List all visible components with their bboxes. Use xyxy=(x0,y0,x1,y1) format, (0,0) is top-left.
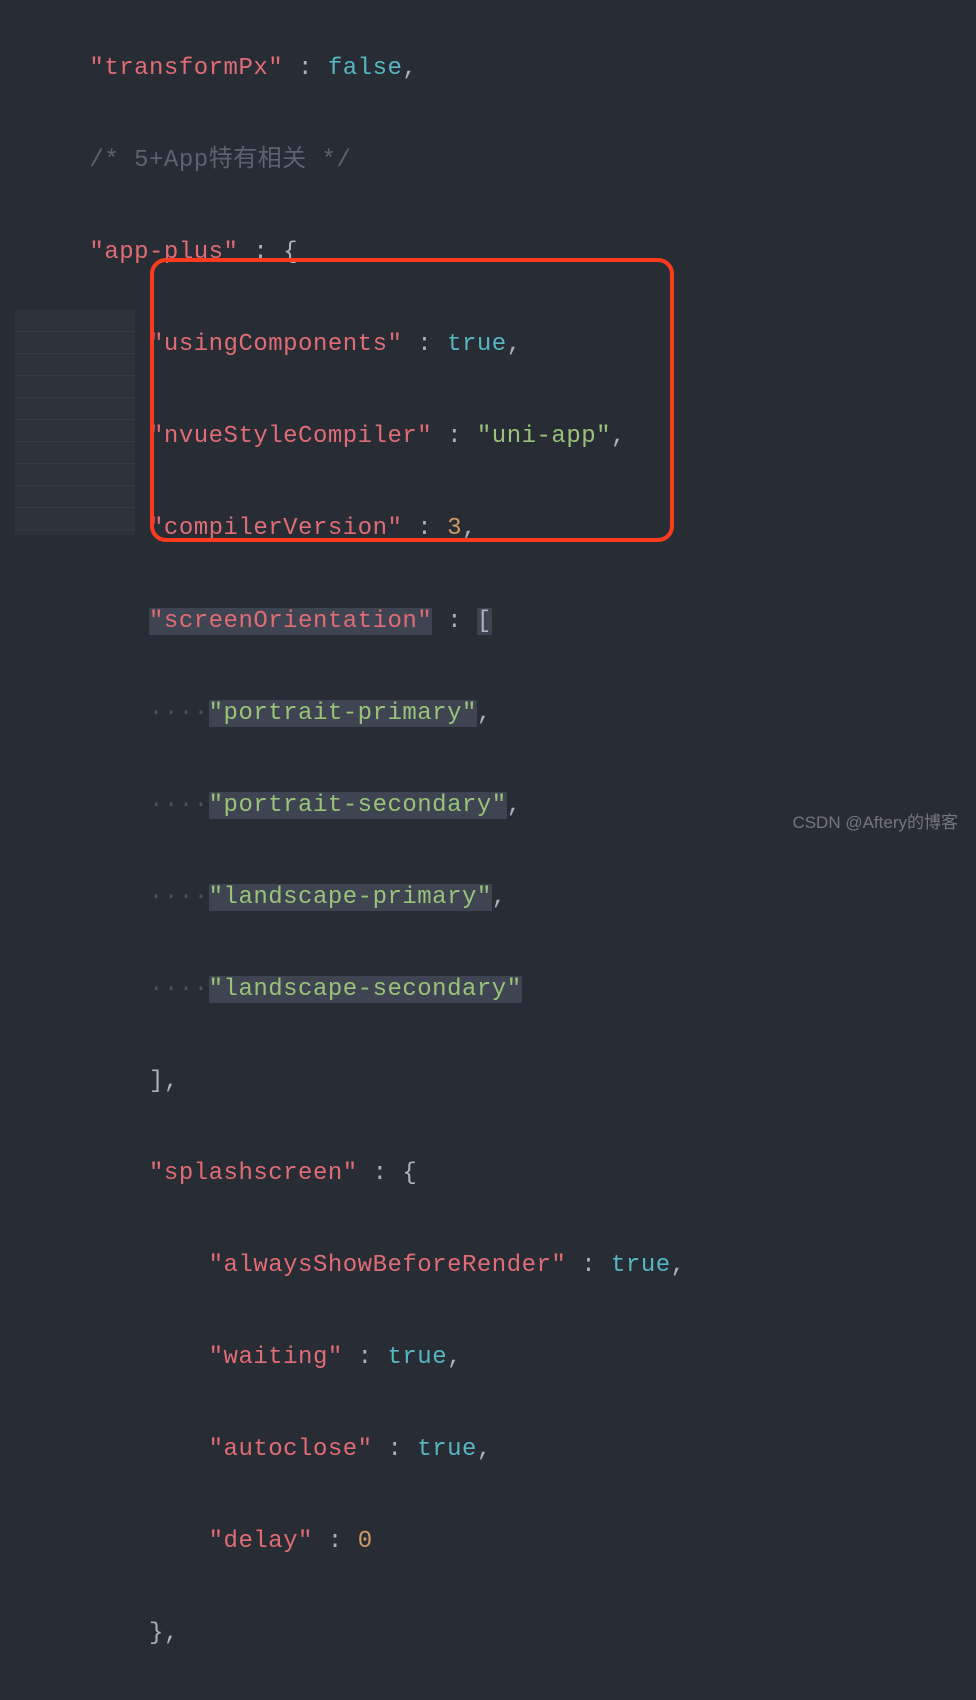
code-line: ····"portrait-primary", xyxy=(0,691,976,737)
json-key: "transformPx" xyxy=(89,55,283,82)
json-string: "landscape-secondary" xyxy=(209,976,522,1003)
code-line: "transformPx" : false, xyxy=(0,46,976,92)
json-key: "delay" xyxy=(209,1528,313,1555)
code-editor[interactable]: "transformPx" : false, /* 5+App特有相关 */ "… xyxy=(0,0,976,1700)
code-line: "alwaysShowBeforeRender" : true, xyxy=(0,1243,976,1289)
json-bool: true xyxy=(387,1344,447,1371)
json-key: "screenOrientation" xyxy=(149,608,432,635)
json-string: "uni-app" xyxy=(477,423,611,450)
json-bool: false xyxy=(328,55,403,82)
code-line: ], xyxy=(0,1059,976,1105)
code-line: /* 5+App特有相关 */ xyxy=(0,138,976,184)
json-key: "nvueStyleCompiler" xyxy=(149,423,432,450)
code-line: "nvueStyleCompiler" : "uni-app", xyxy=(0,414,976,460)
json-key: "splashscreen" xyxy=(149,1160,358,1187)
watermark-text: CSDN @Aftery的博客 xyxy=(792,807,958,840)
code-line: "compilerVersion" : 3, xyxy=(0,506,976,552)
json-string: "landscape-primary" xyxy=(209,884,492,911)
json-comment: /* 5+App特有相关 */ xyxy=(89,147,351,174)
code-line: ····"landscape-secondary" xyxy=(0,967,976,1013)
json-bool: true xyxy=(447,331,507,358)
json-key: "autoclose" xyxy=(209,1436,373,1463)
json-bool: true xyxy=(611,1252,671,1279)
code-line: "app-plus" : { xyxy=(0,230,976,276)
code-line: "splashscreen" : { xyxy=(0,1151,976,1197)
json-key: "waiting" xyxy=(209,1344,343,1371)
json-string: "portrait-primary" xyxy=(209,700,477,727)
json-key: "compilerVersion" xyxy=(149,515,402,542)
json-key: "app-plus" xyxy=(89,239,238,266)
code-line: "waiting" : true, xyxy=(0,1335,976,1381)
json-number: 0 xyxy=(358,1528,373,1555)
code-line: "autoclose" : true, xyxy=(0,1427,976,1473)
code-line: ····"landscape-primary", xyxy=(0,875,976,921)
code-line: "screenOrientation" : [ xyxy=(0,599,976,645)
code-line: }, xyxy=(0,1611,976,1657)
minimap[interactable] xyxy=(15,310,135,535)
code-line: "usingComponents" : true, xyxy=(0,322,976,368)
code-line: "delay" : 0 xyxy=(0,1519,976,1565)
json-number: 3 xyxy=(447,515,462,542)
json-bool: true xyxy=(417,1436,477,1463)
json-key: "alwaysShowBeforeRender" xyxy=(209,1252,567,1279)
json-string: "portrait-secondary" xyxy=(209,792,507,819)
json-key: "usingComponents" xyxy=(149,331,402,358)
